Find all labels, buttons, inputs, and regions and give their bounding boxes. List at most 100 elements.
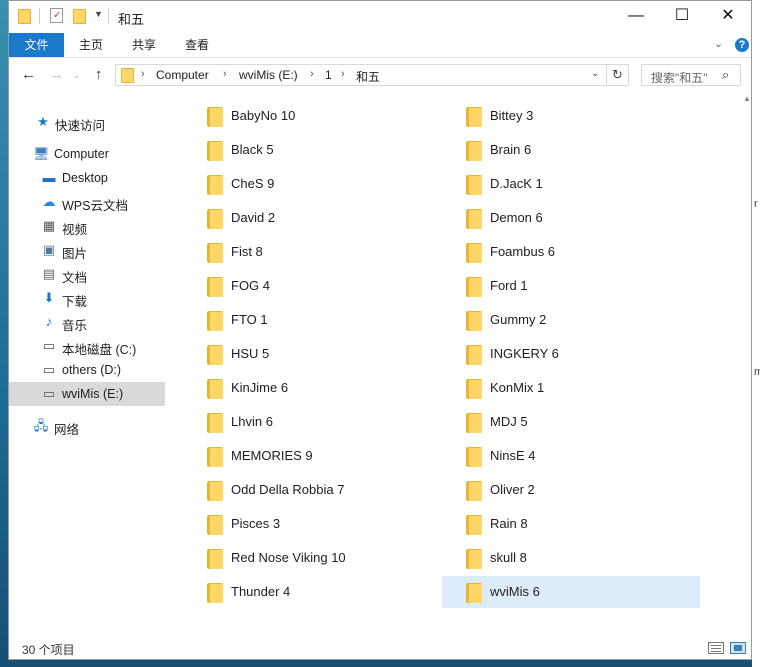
ribbon-tabs: 文件 主页 共享 查看 ⌄ (9, 33, 751, 57)
details-view-icon[interactable] (708, 642, 724, 654)
recent-locations-icon[interactable]: ⌄ (73, 70, 81, 81)
folder-item[interactable]: Lhvin 6 (183, 406, 441, 438)
folder-item[interactable]: Brain 6 (442, 134, 700, 166)
folder-name: Thunder 4 (231, 584, 291, 599)
up-button[interactable]: ↑ (95, 66, 103, 83)
folder-item[interactable]: Demon 6 (442, 202, 700, 234)
folder-name: Brain 6 (490, 142, 532, 157)
search-icon[interactable]: ⌕ (722, 67, 729, 83)
breadcrumb-folder-1[interactable]: 1 (325, 68, 332, 82)
folder-item[interactable]: MEMORIES 9 (183, 440, 441, 472)
folder-name: Foambus 6 (490, 244, 556, 259)
tab-view[interactable]: 查看 (175, 33, 219, 57)
folder-icon (207, 481, 223, 501)
folder-item[interactable]: NinsE 4 (442, 440, 700, 472)
breadcrumb-separator-icon[interactable]: › (141, 68, 145, 80)
breadcrumb-separator-icon[interactable]: › (310, 68, 314, 80)
chevron-down-icon[interactable]: ⌄ (591, 68, 599, 79)
background-text: m (754, 366, 760, 378)
breadcrumb-drive[interactable]: wviMis (E:) (239, 68, 298, 82)
vertical-scrollbar[interactable]: ▲ (743, 92, 751, 637)
new-folder-icon[interactable] (73, 9, 86, 24)
tab-home[interactable]: 主页 (69, 33, 113, 57)
folder-item[interactable]: BabyNo 10 (183, 100, 441, 132)
folder-item[interactable]: Bittey 3 (442, 100, 700, 132)
sidebar-item[interactable]: ☁ WPS云文档 (9, 190, 165, 214)
properties-icon[interactable]: ✓ (50, 8, 63, 23)
close-button[interactable]: ✕ (705, 1, 751, 31)
breadcrumb-computer[interactable]: Computer (156, 68, 209, 82)
folder-item[interactable]: FTO 1 (183, 304, 441, 336)
sidebar-item[interactable]: ★ 快速访问 (9, 110, 165, 134)
folder-item[interactable]: KinJime 6 (183, 372, 441, 404)
sidebar-item[interactable]: 🖥 Computer (9, 142, 165, 166)
maximize-button[interactable]: ☐ (659, 1, 705, 31)
chevron-down-icon[interactable]: ▼ (94, 9, 103, 19)
music-icon: ♪ (45, 314, 53, 329)
pictures-icon: ▣ (42, 242, 56, 257)
expand-ribbon-icon[interactable]: ⌄ (714, 37, 723, 50)
sidebar-item[interactable]: ▦ 视频 (9, 214, 165, 238)
tab-share[interactable]: 共享 (122, 33, 166, 57)
folder-item[interactable]: Gummy 2 (442, 304, 700, 336)
folder-icon (207, 345, 223, 365)
tab-file[interactable]: 文件 (9, 33, 64, 57)
folder-icon (207, 549, 223, 569)
folder-item[interactable]: INGKERY 6 (442, 338, 700, 370)
sidebar-item-label: 视频 (62, 223, 88, 237)
sidebar-item[interactable]: ▣ 图片 (9, 238, 165, 262)
folder-item[interactable]: Black 5 (183, 134, 441, 166)
folder-icon (207, 277, 223, 297)
sidebar-item[interactable]: ▬ Desktop (9, 166, 165, 190)
sidebar-item-label: 下载 (62, 295, 88, 309)
folder-item[interactable]: Oliver 2 (442, 474, 700, 506)
download-icon: ⬇ (43, 290, 55, 305)
folder-name: wviMis 6 (490, 584, 540, 599)
folder-item[interactable]: David 2 (183, 202, 441, 234)
sidebar-item[interactable]: ▭ wviMis (E:) (9, 382, 165, 406)
folder-item[interactable]: CheS 9 (183, 168, 441, 200)
back-button[interactable]: ← (21, 66, 36, 83)
folder-icon (466, 345, 482, 365)
folder-item[interactable]: Odd Della Robbia 7 (183, 474, 441, 506)
search-input[interactable]: 搜索"和五" ⌕ (641, 64, 741, 86)
breadcrumb-current[interactable]: 和五 (356, 68, 380, 85)
breadcrumb-separator-icon[interactable]: › (223, 68, 227, 80)
sidebar-item[interactable]: ▤ 文档 (9, 262, 165, 286)
folder-item[interactable]: KonMix 1 (442, 372, 700, 404)
folder-item[interactable]: wviMis 6 (442, 576, 700, 608)
minimize-button[interactable]: — (613, 1, 659, 31)
sidebar-item[interactable]: 🖧 网络 (9, 414, 165, 438)
folder-item[interactable]: Rain 8 (442, 508, 700, 540)
help-icon[interactable]: ? (735, 38, 749, 52)
sidebar-item-label: Computer (54, 147, 109, 161)
folder-item[interactable]: D.JacK 1 (442, 168, 700, 200)
address-bar[interactable]: › Computer › wviMis (E:) › 1 › 和五 ⌄ (115, 64, 607, 86)
folder-item[interactable]: Thunder 4 (183, 576, 441, 608)
sidebar-item[interactable]: ♪ 音乐 (9, 310, 165, 334)
folder-name: BabyNo 10 (231, 108, 296, 123)
large-icons-view-icon[interactable] (730, 642, 746, 654)
folder-item[interactable]: skull 8 (442, 542, 700, 574)
breadcrumb-separator-icon[interactable]: › (341, 68, 345, 80)
folder-icon (207, 413, 223, 433)
folder-item[interactable]: FOG 4 (183, 270, 441, 302)
folder-item[interactable]: Red Nose Viking 10 (183, 542, 441, 574)
search-placeholder: 搜索"和五" (651, 71, 708, 85)
folder-item[interactable]: Fist 8 (183, 236, 441, 268)
sidebar-item[interactable]: ▭ 本地磁盘 (C:) (9, 334, 165, 358)
navigation-bar: ← → ⌄ ↑ › Computer › wviMis (E:) › 1 › 和… (9, 58, 751, 92)
folder-icon (207, 583, 223, 603)
scroll-up-icon[interactable]: ▲ (743, 94, 751, 103)
forward-button[interactable]: → (49, 66, 64, 83)
sidebar-item-label: 网络 (54, 423, 80, 437)
sidebar-item-label: others (D:) (62, 363, 122, 377)
folder-item[interactable]: MDJ 5 (442, 406, 700, 438)
folder-item[interactable]: Foambus 6 (442, 236, 700, 268)
folder-item[interactable]: HSU 5 (183, 338, 441, 370)
sidebar-item[interactable]: ▭ others (D:) (9, 358, 165, 382)
folder-item[interactable]: Pisces 3 (183, 508, 441, 540)
refresh-button[interactable]: ↻ (607, 64, 629, 86)
folder-item[interactable]: Ford 1 (442, 270, 700, 302)
sidebar-item[interactable]: ⬇ 下载 (9, 286, 165, 310)
